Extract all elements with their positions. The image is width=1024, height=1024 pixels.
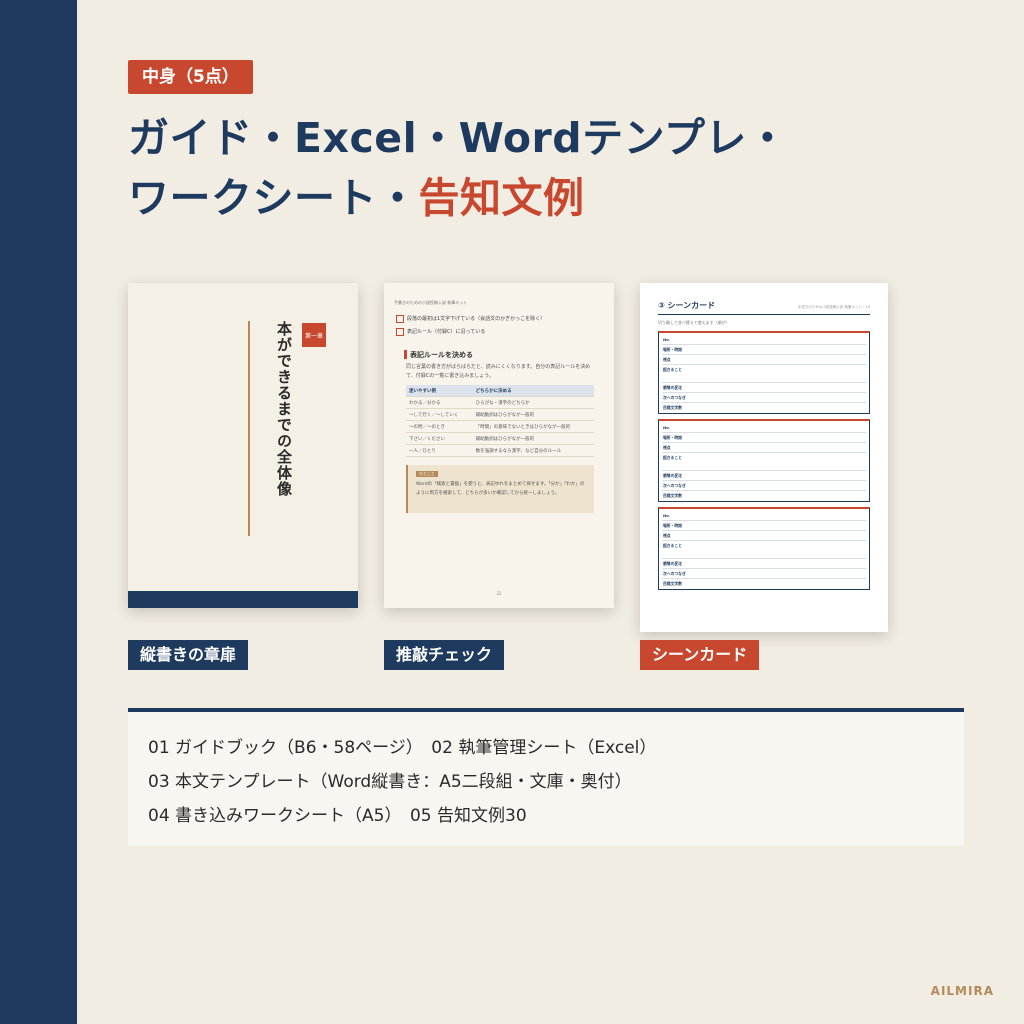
- table-cell: 「時間」の意味でないときはひらがなが一般的: [472, 420, 594, 433]
- scene-line: [662, 452, 866, 453]
- scene-label: 目標文字数: [663, 405, 682, 410]
- table-cell: ひらがな・漢字のどちらか: [472, 396, 594, 409]
- scene-line: [662, 470, 866, 471]
- scene-label: 起きること: [663, 455, 682, 460]
- scene-label: 感情の変化: [663, 385, 682, 390]
- chapter-rule: [248, 321, 250, 536]
- caption-check: 推敲チェック: [384, 640, 505, 670]
- scene-label: 目標文字数: [663, 493, 682, 498]
- scene-line: [662, 364, 866, 365]
- brand-logo: AILMIRA: [930, 984, 994, 998]
- scene-label: 次へのつなぎ: [663, 571, 686, 576]
- table-cell: わかる／分かる: [406, 396, 473, 409]
- scene-line: [662, 392, 866, 393]
- tip-tag: ひとこと: [416, 471, 438, 477]
- contents-line-1: 01 ガイドブック（B6・58ページ） 02 執筆管理シート（Excel）: [148, 738, 657, 758]
- table-cell: 一人／ひとり: [406, 444, 473, 457]
- checkbox-icon: [396, 328, 404, 336]
- scene-line: [662, 354, 866, 355]
- table-cell: 〜の時／〜のとき: [406, 420, 473, 433]
- check-item-2: 表記ルール（付録C）に沿っている: [407, 329, 486, 335]
- scene-line: [662, 402, 866, 403]
- table-header: どちらかに決める: [472, 385, 594, 397]
- scene-line: [662, 568, 866, 569]
- scene-line: [662, 490, 866, 491]
- page-number: 22: [496, 591, 502, 596]
- scene-line: [662, 344, 866, 345]
- scene-label: 目標文字数: [663, 581, 682, 586]
- contents-badge: 中身（5点）: [128, 60, 253, 94]
- scene-label: 次へのつなぎ: [663, 395, 686, 400]
- scene-label: 場所・時間: [663, 435, 682, 440]
- chapter-tag: 第一章: [302, 323, 326, 347]
- scene-line: [662, 558, 866, 559]
- scene-label: 次へのつなぎ: [663, 483, 686, 488]
- scene-card-title: ③ シーンカード: [658, 301, 716, 310]
- scene-block: No. 場所・時間 視点 起きること 感情の変化 次へのつなぎ 目標文字数: [658, 419, 870, 502]
- contents-line-2: 03 本文テンプレート（Word縦書き：A5二段組・文庫・奥付）: [148, 772, 632, 792]
- scene-label: 起きること: [663, 543, 682, 548]
- page-title: ガイド・Excel・Wordテンプレ・ ワークシート・告知文例: [128, 108, 988, 228]
- table-cell: 補助動詞はひらがなが一般的: [472, 432, 594, 445]
- scene-line: [662, 520, 866, 521]
- title-line-1: ガイド・Excel・Wordテンプレ・: [128, 114, 789, 162]
- notation-table: 迷いやすい例 どちらかに決める わかる／分かる ひらがな・漢字のどちらか 〜して行…: [406, 385, 594, 457]
- scene-block: No. 場所・時間 視点 起きること 感情の変化 次へのつなぎ 目標文字数: [658, 331, 870, 414]
- table-cell: 〜して行く／〜していく: [406, 408, 473, 421]
- check-item-1: 段落の最初は1文字下げている（会話文のかぎかっこを除く）: [407, 316, 546, 322]
- tip-box: ひとこと Wordの「検索と置換」を使うと、表記ゆれをまとめて探せます。「分か」…: [406, 465, 594, 513]
- check-section-title: 表記ルールを決める: [410, 351, 473, 359]
- contents-list: 01 ガイドブック（B6・58ページ） 02 執筆管理シート（Excel） 03…: [128, 712, 964, 846]
- chapter-footer-band: [128, 591, 358, 608]
- scene-line: [662, 382, 866, 383]
- scene-label: 場所・時間: [663, 347, 682, 352]
- section-marker: [404, 350, 407, 359]
- scene-line: [662, 480, 866, 481]
- scene-label: 感情の変化: [663, 473, 682, 478]
- chapter-title: 本ができるまでの全体像: [275, 321, 293, 497]
- table-cell: 下さい／ください: [406, 432, 473, 445]
- scene-line: [662, 432, 866, 433]
- caption-chapter: 縦書きの章扉: [128, 640, 249, 670]
- scene-label: 場所・時間: [663, 523, 682, 528]
- table-cell: 補助動詞はひらがなが一般的: [472, 408, 594, 421]
- scene-label: No.: [663, 337, 671, 342]
- caption-scene: シーンカード: [640, 640, 760, 670]
- scene-line: [662, 578, 866, 579]
- contents-line-3: 04 書き込みワークシート（A5） 05 告知文例30: [148, 806, 527, 826]
- title-line-2: ワークシート・告知文例: [128, 168, 988, 228]
- check-paragraph: 同じ言葉の書き方がばらばらだと、読みにくくなります。自分の表記ルールを決めて、付…: [406, 364, 591, 379]
- tip-text: Wordの「検索と置換」を使うと、表記ゆれをまとめて探せます。「分か」「わか」の…: [416, 482, 585, 496]
- scene-label: No.: [663, 425, 671, 430]
- scene-line: [662, 442, 866, 443]
- scene-card-rule: [658, 314, 870, 315]
- left-sidebar-band: [0, 0, 77, 1024]
- title-line-2-prefix: ワークシート・: [128, 174, 419, 222]
- scene-label: 視点: [663, 357, 671, 362]
- checkbox-icon: [396, 315, 404, 323]
- style-check-preview: 手書きのための小説投稿入試 執筆キット 段落の最初は1文字下げている（会話文のか…: [384, 283, 614, 608]
- scene-card-preview: ③ シーンカード 手書きのための小説投稿入試 執筆キット｜16 切り離して並べ替…: [640, 283, 888, 632]
- title-line-2-accent: 告知文例: [418, 174, 585, 222]
- scene-label: 視点: [663, 445, 671, 450]
- scene-card-subtitle: 切り離して並べ替えて使えます（順が）: [658, 320, 730, 325]
- scene-block: No. 場所・時間 視点 起きること 感情の変化 次へのつなぎ 目標文字数: [658, 507, 870, 590]
- scene-line: [662, 540, 866, 541]
- table-header: 迷いやすい例: [406, 385, 473, 397]
- chapter-title-preview: 第一章 本ができるまでの全体像: [128, 283, 358, 608]
- scene-label: 視点: [663, 533, 671, 538]
- scene-label: 感情の変化: [663, 561, 682, 566]
- scene-label: 起きること: [663, 367, 682, 372]
- check-page-header: 手書きのための小説投稿入試 執筆キット: [394, 300, 468, 305]
- scene-card-meta: 手書きのための小説投稿入試 執筆キット｜16: [797, 305, 870, 309]
- table-cell: 数を強調するなら漢字、など自分のルール: [472, 444, 594, 457]
- scene-line: [662, 530, 866, 531]
- scene-label: No.: [663, 513, 671, 518]
